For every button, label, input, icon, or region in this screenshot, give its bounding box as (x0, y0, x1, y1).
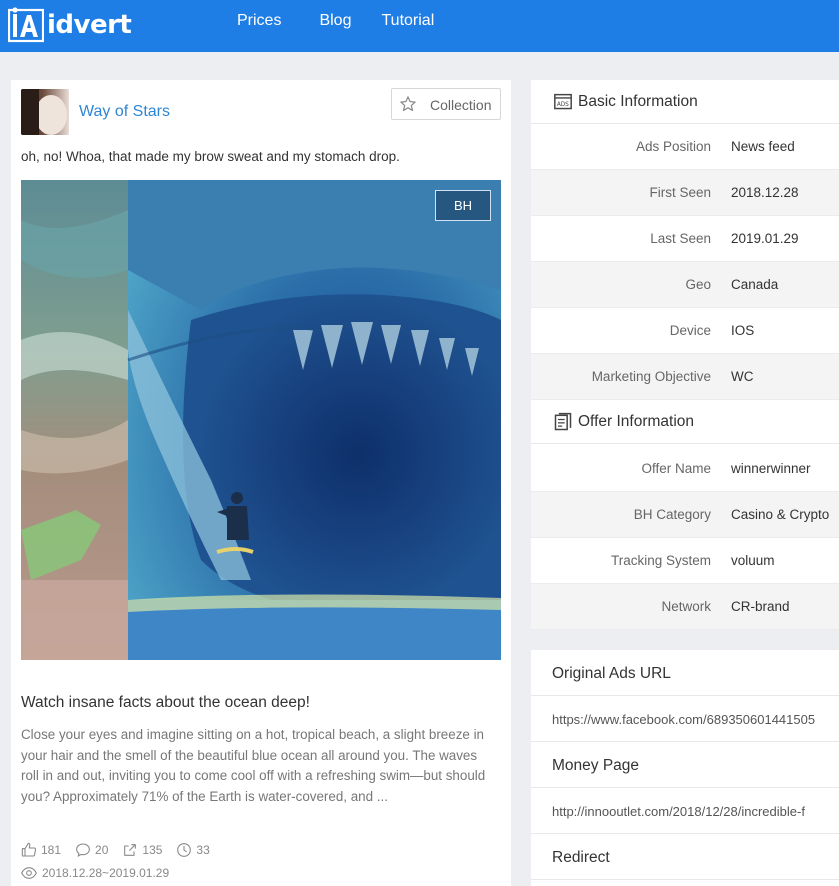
info-row-ads-position: Ads Position News feed (531, 124, 839, 170)
info-label: First Seen (649, 185, 711, 200)
avatar-image (21, 89, 69, 135)
info-value: winnerwinner (731, 461, 811, 476)
shares-stat: 135 (122, 842, 162, 858)
nav-blog[interactable]: Blog (319, 12, 351, 30)
money-page-title: Money Page (552, 757, 640, 774)
likes-count: 181 (41, 843, 62, 857)
post-text: oh, no! Whoa, that made my brow sweat an… (21, 149, 400, 164)
redirect-title: Redirect (552, 849, 610, 866)
share-icon (124, 844, 137, 856)
info-row-geo: Geo Canada (531, 262, 839, 308)
date-range-text: 2018.12.28~2019.01.29 (42, 866, 170, 880)
info-row-last-seen: Last Seen 2019.01.29 (531, 216, 839, 262)
comment-icon (76, 843, 90, 858)
info-label: Geo (685, 277, 711, 292)
thumbs-up-icon (21, 842, 37, 857)
basic-info-title: Basic Information (578, 92, 698, 110)
likes-stat: 181 (21, 842, 61, 858)
original-url-link[interactable]: https://www.facebook.com/689350601441505 (552, 712, 815, 727)
money-page-header: Money Page (531, 742, 839, 788)
info-value: voluum (731, 553, 775, 568)
basic-info-header: ADS Basic Information (531, 80, 839, 124)
info-label: Device (669, 323, 711, 338)
bh-badge: BH (435, 190, 491, 221)
ad-description: Close your eyes and imagine sitting on a… (21, 727, 486, 804)
info-panel: ADS Basic Information Ads Position News … (531, 80, 839, 630)
engagement-stats: 181 20 135 33 (21, 842, 224, 858)
info-label: Last Seen (650, 231, 711, 246)
info-label: Ads Position (635, 139, 711, 154)
info-value: News feed (731, 139, 795, 154)
url-panel: Original Ads URL https://www.facebook.co… (531, 650, 839, 886)
ad-image[interactable]: BH (21, 180, 501, 660)
eye-icon (21, 867, 37, 879)
money-page-row: http://innooutlet.com/2018/12/28/incredi… (531, 788, 839, 834)
redirect-header: Redirect (531, 834, 839, 880)
page-name[interactable]: Way of Stars (79, 103, 170, 121)
logo[interactable]: idvert (8, 6, 132, 44)
info-value: Canada (731, 277, 779, 292)
star-icon (400, 96, 416, 112)
info-row-network: Network CR-brand (531, 584, 839, 630)
time-count: 33 (196, 843, 210, 857)
main-nav: Prices Blog Tutorial (237, 12, 434, 30)
info-value: CR-brand (731, 599, 790, 614)
original-url-title: Original Ads URL (552, 665, 671, 682)
info-row-marketing-objective: Marketing Objective WC (531, 354, 839, 400)
info-label: Offer Name (641, 461, 711, 476)
ad-card: Way of Stars Collection oh, no! Whoa, th… (11, 80, 511, 886)
offer-info-header: Offer Information (531, 400, 839, 444)
info-value: WC (731, 369, 754, 384)
ad-image-graphic (21, 180, 501, 660)
original-url-header: Original Ads URL (531, 650, 839, 696)
date-range: 2018.12.28~2019.01.29 (21, 866, 169, 880)
comments-count: 20 (95, 843, 109, 857)
comments-stat: 20 (75, 842, 108, 858)
collection-label: Collection (430, 97, 492, 113)
info-row-device: Device IOS (531, 308, 839, 354)
money-page-link[interactable]: http://innooutlet.com/2018/12/28/incredi… (552, 804, 805, 819)
svg-text:ADS: ADS (557, 102, 569, 108)
nav-prices[interactable]: Prices (237, 12, 281, 30)
info-card-icon: ADS (554, 93, 572, 109)
info-value: 2019.01.29 (731, 231, 799, 246)
info-row-bh-category: BH Category Casino & Crypto (531, 492, 839, 538)
info-value: 2018.12.28 (731, 185, 799, 200)
avatar[interactable] (21, 89, 69, 135)
info-row-offer-name: Offer Name winnerwinner (531, 446, 839, 492)
logo-icon (8, 7, 44, 43)
logo-text: idvert (47, 10, 132, 40)
time-stat: 33 (176, 842, 210, 858)
info-value: IOS (731, 323, 755, 338)
nav-tutorial[interactable]: Tutorial (381, 12, 434, 30)
ad-headline: Watch insane facts about the ocean deep! (21, 694, 310, 711)
info-label: Network (661, 599, 711, 614)
info-label: Marketing Objective (591, 369, 711, 384)
info-row-first-seen: First Seen 2018.12.28 (531, 170, 839, 216)
shares-count: 135 (142, 843, 163, 857)
offer-info-title: Offer Information (578, 412, 695, 430)
offer-document-icon (554, 412, 572, 430)
original-url-row: https://www.facebook.com/689350601441505 (531, 696, 839, 742)
info-label: BH Category (633, 507, 711, 522)
info-label: Tracking System (610, 553, 711, 568)
clock-icon (177, 843, 192, 857)
collection-button[interactable]: Collection (391, 88, 501, 120)
info-row-tracking-system: Tracking System voluum (531, 538, 839, 584)
top-navbar: idvert Prices Blog Tutorial (0, 0, 839, 52)
info-value: Casino & Crypto (731, 507, 830, 522)
